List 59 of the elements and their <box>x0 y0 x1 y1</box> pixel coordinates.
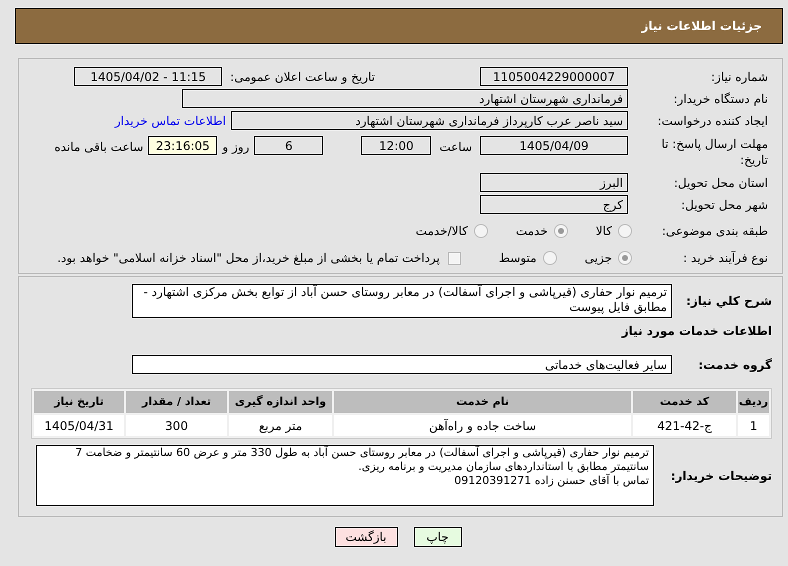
radio-button[interactable] <box>474 224 488 238</box>
page-title: جزئیات اطلاعات نیاز <box>641 18 762 35</box>
field-label: ایجاد کننده درخواست: <box>657 114 768 128</box>
creator-field[interactable]: سید ناصر عرب کارپرداز فرمانداری شهرستان اشتهارد <box>231 111 628 130</box>
field-label: کالا/خدمت <box>416 223 468 240</box>
contact-link[interactable]: اطلاعات تماس خریدار <box>114 112 226 130</box>
field-label: شهر محل تحویل: <box>681 198 768 212</box>
province-field[interactable]: البرز <box>480 173 628 192</box>
service-group-field[interactable]: سایر فعالیت‌های خدماتی <box>132 355 672 374</box>
field-label: استان محل تحویل: <box>674 176 768 190</box>
radio-button[interactable] <box>542 251 557 265</box>
field-label: نام دستگاه خریدار: <box>674 92 768 106</box>
field-label: طبقه بندی موضوعی: <box>662 224 768 238</box>
buyer-notes-textarea[interactable] <box>36 445 654 506</box>
radio-button[interactable] <box>618 251 632 265</box>
field-label: ساعت <box>439 139 472 156</box>
field-label: کالا <box>596 223 612 240</box>
field-label: خدمت <box>516 223 548 240</box>
notes-line: ترمیم نوار حفاری (قیرپاشی و اجرای آسفالت) در معابر روستای حسن آباد به طول 330 متر و عرض 60 سانتیمتر و ضخامت 7 سانتیمتر مطابق با استانداردهای سازمان مدیریت و برنامه ریزی. <box>74 446 649 474</box>
notes-line: تماس با آقای حسنن زاده 09120391271 <box>453 474 649 488</box>
payment-checkbox[interactable] <box>448 252 461 264</box>
table-cell: ساخت جاده و راه‌آهن <box>334 415 631 436</box>
field-label: گروه خدمت: <box>698 358 772 372</box>
field-label: شرح کلي نیاز: <box>686 294 772 308</box>
back-button[interactable]: بازگشت <box>334 527 398 547</box>
table-cell: 300 <box>126 415 227 436</box>
field-label: جزیی <box>584 250 612 267</box>
column-header: تاریخ نیاز <box>34 391 124 413</box>
summary-textarea[interactable]: ترمیم نوار حفاری (قیرپاشی و اجرای آسفالت) در معابر روستای حسن آباد از توابع بخش مرکزی اشتهارد - مطابق فایل پیوست <box>132 284 672 318</box>
deadline-time-field[interactable]: 12:00 <box>361 136 432 155</box>
need-number-field[interactable]: 1105004229000007 <box>480 67 628 86</box>
field-label: متوسط <box>498 250 537 267</box>
table-cell: 1405/04/31 <box>34 415 124 436</box>
field-label: پرداخت تمام یا بخشی از مبلغ خرید،از محل "اسناد خزانه اسلامی" خواهد بود. <box>57 250 440 267</box>
column-header: ردیف <box>738 391 769 413</box>
print-button[interactable]: چاپ <box>414 527 462 547</box>
field-label: ساعت باقی مانده <box>54 139 144 156</box>
field-label: شماره نیاز: <box>711 70 768 84</box>
announce-date-field[interactable]: 1405/04/02 - 11:15 <box>74 67 222 86</box>
remaining-time-field[interactable]: 23:16:05 <box>148 136 218 155</box>
table-cell: ج-42-421 <box>633 415 736 436</box>
column-header: نام خدمت <box>334 391 631 413</box>
radio-button[interactable] <box>618 224 632 238</box>
column-header: واحد اندازه گیری <box>229 391 332 413</box>
table-cell: 1 <box>738 415 769 436</box>
radio-button[interactable] <box>554 224 568 238</box>
table-cell: متر مربع <box>229 415 332 436</box>
days-field[interactable]: 6 <box>254 136 324 155</box>
city-field[interactable]: کرج <box>480 195 628 214</box>
field-label: توضیحات خریدار: <box>670 468 772 482</box>
column-header: تعداد / مقدار <box>126 391 227 413</box>
field-label: مهلت ارسال پاسخ: تا تاریخ: <box>660 136 768 168</box>
field-label: روز و <box>222 139 250 156</box>
field-label: تاریخ و ساعت اعلان عمومی: <box>230 68 375 86</box>
column-header: کد خدمت <box>633 391 736 413</box>
field-label: نوع فرآیند خرید : <box>683 251 768 265</box>
section-title: اطلاعات خدمات مورد نیاز <box>622 323 772 340</box>
deadline-date-field[interactable]: 1405/04/09 <box>480 136 628 155</box>
buyer-field[interactable]: فرمانداری شهرستان اشتهارد <box>182 89 628 108</box>
